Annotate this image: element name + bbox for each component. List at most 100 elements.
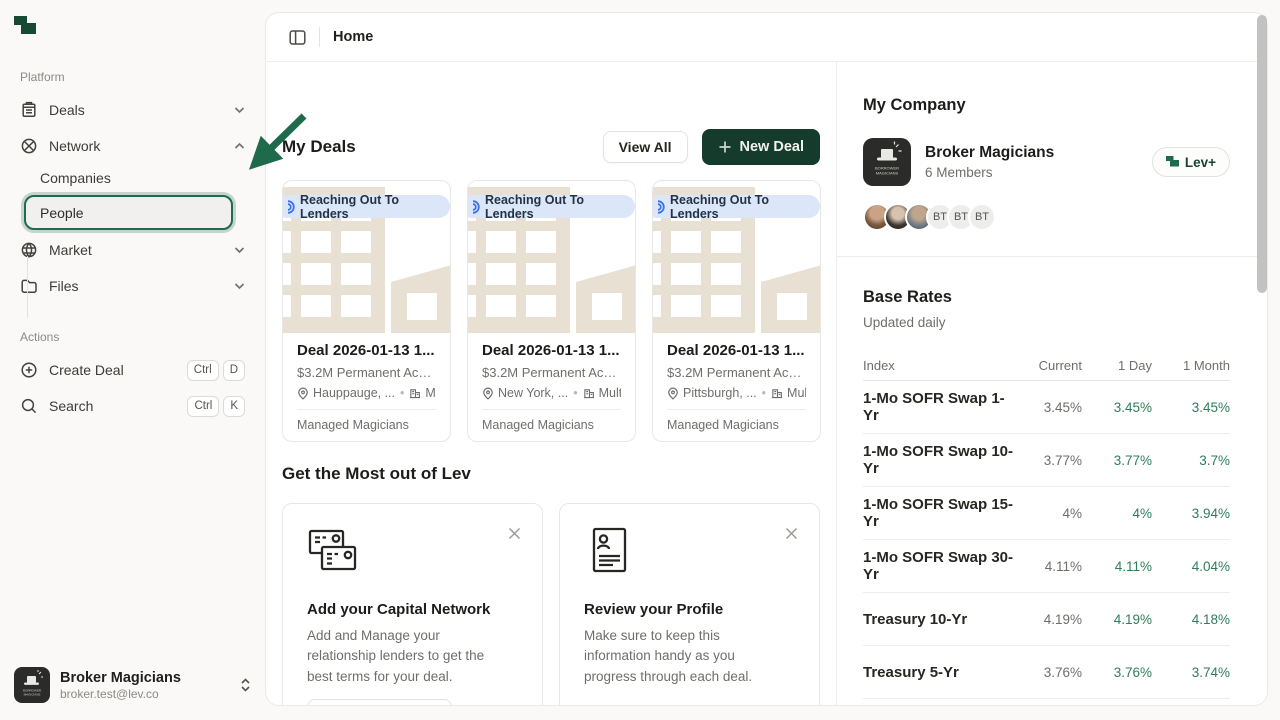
deals-icon bbox=[20, 101, 38, 119]
company-members: 6 Members bbox=[925, 165, 1054, 180]
user-email: broker.test@lev.co bbox=[60, 687, 181, 701]
table-row: 1-Mo SOFR Swap 10-Yr 3.77% 3.77% 3.7% bbox=[863, 434, 1230, 487]
shortcut-keys: Ctrl K bbox=[187, 396, 245, 417]
plus-icon bbox=[718, 140, 732, 154]
deal-location: New York, ... bbox=[498, 386, 568, 400]
kbd-k: K bbox=[223, 396, 245, 417]
dot-separator: • bbox=[572, 386, 578, 400]
promo-title: Review your Profile bbox=[584, 601, 795, 618]
add-lenders-button[interactable]: Add Lenders bbox=[307, 699, 452, 706]
sidebar-item-label: Companies bbox=[40, 170, 111, 186]
submenu-tree-line bbox=[27, 256, 28, 318]
promo-body: Make sure to keep this information handy… bbox=[584, 626, 784, 687]
deal-amount: $3.2M Permanent Acq... bbox=[667, 365, 806, 380]
status-badge: Reaching Out To Lenders bbox=[282, 195, 450, 218]
sidebar-item-files[interactable]: Files bbox=[0, 268, 265, 304]
base-rates-title: Base Rates bbox=[863, 288, 1230, 307]
sidebar-item-market[interactable]: Market bbox=[0, 232, 265, 268]
page-title: Home bbox=[333, 29, 373, 45]
profile-document-icon bbox=[584, 563, 636, 579]
shortcut-keys: Ctrl D bbox=[187, 360, 245, 381]
user-menu[interactable]: BORROWERMAGICIANS Broker Magicians broke… bbox=[0, 660, 265, 710]
sidebar-item-deals[interactable]: Deals bbox=[0, 92, 265, 128]
deal-property-type: Multifa... bbox=[599, 386, 621, 400]
sidebar-item-label: Deals bbox=[49, 102, 85, 118]
company-name: Broker Magicians bbox=[925, 144, 1054, 162]
deal-title: Deal 2026-01-13 1... bbox=[482, 342, 621, 359]
deal-card-list: Reaching Out To Lenders Deal 2026-01-13 … bbox=[282, 180, 821, 442]
deal-location: Pittsburgh, ... bbox=[683, 386, 757, 400]
platform-section-label: Platform bbox=[20, 70, 65, 84]
vertical-scrollbar[interactable] bbox=[1257, 15, 1267, 293]
promo-card-review-profile: Review your Profile Make sure to keep th… bbox=[559, 503, 820, 706]
promo-card-capital-network: Add your Capital Network Add and Manage … bbox=[282, 503, 543, 706]
table-row: 1-Mo SOFR Swap 30-Yr 4.11% 4.11% 4.04% bbox=[863, 540, 1230, 593]
view-all-button[interactable]: View All bbox=[603, 131, 688, 163]
svg-text:MAGICIANS: MAGICIANS bbox=[24, 693, 41, 697]
sidebar-item-companies[interactable]: Companies bbox=[0, 164, 265, 192]
col-current: Current bbox=[1018, 358, 1082, 373]
deal-property-type: Multif... bbox=[787, 386, 806, 400]
sidebar-toggle-icon[interactable] bbox=[289, 29, 306, 46]
sidebar-item-label: Files bbox=[49, 278, 79, 294]
folder-icon bbox=[20, 277, 38, 295]
deal-owner: Managed Magicians bbox=[297, 418, 436, 432]
create-deal-action[interactable]: Create Deal Ctrl D bbox=[0, 352, 265, 388]
user-avatar: BORROWERMAGICIANS bbox=[14, 667, 50, 703]
deal-amount: $3.2M Permanent Acq... bbox=[482, 365, 621, 380]
deal-title: Deal 2026-01-13 1... bbox=[297, 342, 436, 359]
my-company-title: My Company bbox=[863, 96, 1230, 115]
chevron-up-down-icon bbox=[240, 677, 251, 693]
card-divider bbox=[297, 409, 436, 410]
deal-meta: Hauppauge, ... • Multif... bbox=[297, 386, 436, 400]
deal-card[interactable]: Reaching Out To Lenders Deal 2026-01-13 … bbox=[467, 180, 636, 442]
close-icon[interactable] bbox=[507, 526, 522, 541]
table-row: Treasury 5-Yr 3.76% 3.76% 3.74% bbox=[863, 646, 1230, 699]
deal-card[interactable]: Reaching Out To Lenders Deal 2026-01-13 … bbox=[652, 180, 821, 442]
card-divider bbox=[482, 409, 621, 410]
deal-property-type: Multif... bbox=[425, 386, 436, 400]
sidebar-item-label: Network bbox=[49, 138, 100, 154]
kbd-ctrl: Ctrl bbox=[187, 360, 219, 381]
company-avatar: BORROWERMAGICIANS bbox=[863, 138, 911, 186]
lev-plus-badge[interactable]: Lev+ bbox=[1152, 147, 1230, 177]
base-rates-table: Index Current 1 Day 1 Month 1-Mo SOFR Sw… bbox=[863, 351, 1230, 699]
base-rates-subtitle: Updated daily bbox=[863, 315, 1230, 330]
col-1day: 1 Day bbox=[1082, 358, 1152, 373]
page-header: Home bbox=[266, 13, 1267, 62]
dot-separator: • bbox=[761, 386, 767, 400]
status-badge: Reaching Out To Lenders bbox=[467, 195, 635, 218]
close-icon[interactable] bbox=[784, 526, 799, 541]
new-deal-button[interactable]: New Deal bbox=[702, 129, 820, 165]
kbd-ctrl: Ctrl bbox=[187, 396, 219, 417]
sidebar-item-people[interactable]: People bbox=[24, 195, 233, 230]
review-profile-button[interactable]: Review Profile bbox=[584, 705, 740, 706]
deals-column: My Deals View All New Deal R bbox=[266, 62, 836, 705]
card-divider bbox=[667, 409, 806, 410]
table-row: Treasury 10-Yr 4.19% 4.19% 4.18% bbox=[863, 593, 1230, 646]
deal-card[interactable]: Reaching Out To Lenders Deal 2026-01-13 … bbox=[282, 180, 451, 442]
map-pin-icon bbox=[297, 387, 309, 400]
status-badge: Reaching Out To Lenders bbox=[652, 195, 820, 218]
chevron-up-icon bbox=[234, 142, 245, 150]
promo-card-list: Add your Capital Network Add and Manage … bbox=[282, 503, 820, 706]
contact-cards-icon bbox=[307, 563, 359, 579]
header-divider bbox=[319, 27, 320, 47]
col-index: Index bbox=[863, 358, 1018, 373]
deal-amount: $3.2M Permanent Acq... bbox=[297, 365, 436, 380]
table-header-row: Index Current 1 Day 1 Month bbox=[863, 351, 1230, 381]
status-progress-icon bbox=[652, 200, 665, 214]
action-label: Create Deal bbox=[49, 362, 124, 378]
deal-title: Deal 2026-01-13 1... bbox=[667, 342, 806, 359]
promo-body: Add and Manage your relationship lenders… bbox=[307, 626, 507, 687]
chevron-down-icon bbox=[234, 282, 245, 290]
deal-meta: Pittsburgh, ... • Multif... bbox=[667, 386, 806, 400]
sidebar: Platform Deals Network Companies People bbox=[0, 0, 265, 720]
status-progress-icon bbox=[467, 200, 480, 214]
sidebar-item-network[interactable]: Network bbox=[0, 128, 265, 164]
building-icon bbox=[409, 387, 421, 399]
chevron-down-icon bbox=[234, 106, 245, 114]
search-action[interactable]: Search Ctrl K bbox=[0, 388, 265, 424]
map-pin-icon bbox=[667, 387, 679, 400]
kbd-d: D bbox=[223, 360, 245, 381]
